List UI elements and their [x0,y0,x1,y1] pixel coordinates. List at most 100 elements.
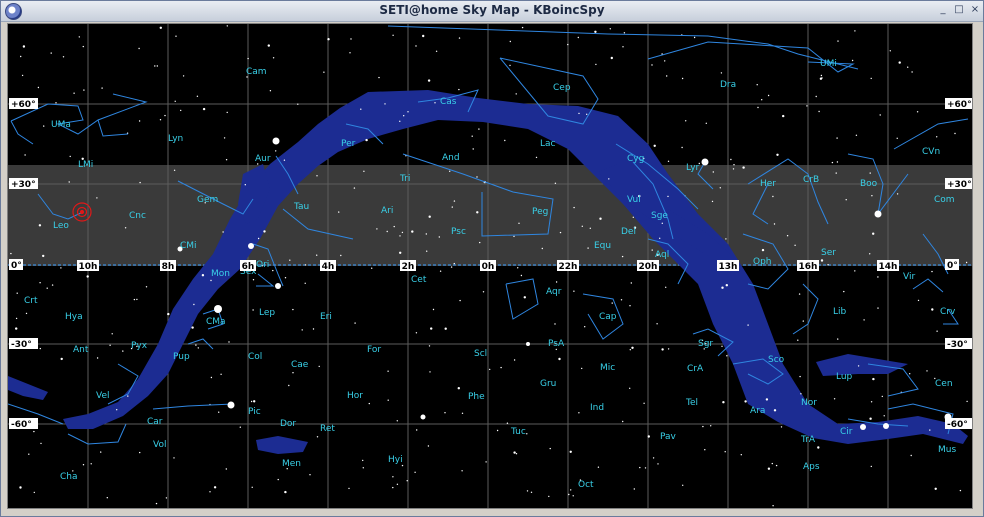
star [869,172,871,174]
star [386,230,388,233]
star [173,457,175,459]
star [740,454,742,456]
star [165,497,168,499]
star [96,357,99,359]
constellation-label: Lyr [686,163,700,173]
star [837,338,839,340]
star [870,465,872,468]
constellation-label: Cha [60,472,78,482]
constellation-label: Phe [468,392,485,402]
star [747,324,749,326]
star [269,90,272,92]
star [122,350,124,352]
star [156,65,158,67]
title-bar[interactable]: SETI@home Sky Map - KBoincSpy _ □ × [1,1,983,22]
star [820,259,824,262]
star [312,328,315,330]
sky-map-svg[interactable]: Cam UMi Dra Cas Cep UMa Lyn Per Lac CVn LMi And Cyg A… [8,24,972,508]
constellation-label: Crt [24,296,38,306]
star [711,200,714,203]
app-window: SETI@home Sky Map - KBoincSpy _ □ × Cam … [0,0,984,517]
star [657,463,659,465]
star [175,35,177,37]
star [450,266,453,268]
constellation-label: Hyi [388,455,403,465]
star [526,490,529,492]
star [226,111,228,114]
star [174,100,176,103]
constellation-label: Oct [578,480,594,490]
star [37,86,40,89]
dec-label: 0° [947,261,958,271]
star [665,286,667,288]
star [159,26,162,29]
star [555,281,558,283]
star [554,323,556,325]
constellation-label: Ara [750,406,765,416]
star [836,137,838,139]
star [73,92,75,94]
star [881,395,883,398]
star [457,387,460,390]
star [362,459,364,462]
star [42,254,45,258]
star [705,122,707,125]
star [896,193,899,195]
star [15,327,18,330]
maximize-button[interactable]: □ [953,4,965,16]
window-title: SETI@home Sky Map - KBoincSpy [379,3,605,17]
ra-label: 10h [79,262,98,272]
star [444,327,447,330]
constellation-label: Vul [627,195,641,205]
star [415,332,418,334]
star [509,40,511,43]
ra-label: 4h [322,262,335,272]
constellation-label: Pic [248,407,261,417]
star [323,71,325,73]
ra-label: 16h [799,262,818,272]
star [771,462,773,465]
constellation-label: Tau [293,202,309,212]
star [154,65,156,67]
star [954,132,956,135]
sky-map-canvas[interactable]: Cam UMi Dra Cas Cep UMa Lyn Per Lac CVn LMi And Cyg A… [7,23,973,509]
star [228,341,230,343]
star [225,468,227,470]
star [275,150,277,152]
star [712,171,714,173]
star [710,425,712,427]
star [415,45,417,47]
star [197,347,199,349]
close-button[interactable]: × [969,4,981,16]
star [396,420,398,422]
star [461,412,464,414]
star [535,156,538,159]
star [817,446,820,449]
star [782,114,785,118]
constellation-label: LMi [78,160,93,170]
star [406,480,408,482]
minimize-button[interactable]: _ [937,4,949,16]
star [257,237,260,240]
star [430,327,433,330]
star [159,119,162,121]
star [907,66,909,68]
star [22,45,26,48]
constellation-label: Mon [211,269,230,279]
star [354,322,356,324]
star [800,393,802,395]
ra-label: 22h [559,262,578,272]
star [722,401,725,404]
star [586,113,588,116]
star [33,491,35,494]
star [667,348,670,350]
star [360,108,362,110]
constellation-label: Sge [651,211,668,221]
star [439,270,442,272]
constellation-label: Aur [255,154,271,164]
star [854,270,856,272]
dec-label: +60° [11,100,36,110]
star [191,326,194,329]
star [111,333,113,335]
star [479,241,481,244]
